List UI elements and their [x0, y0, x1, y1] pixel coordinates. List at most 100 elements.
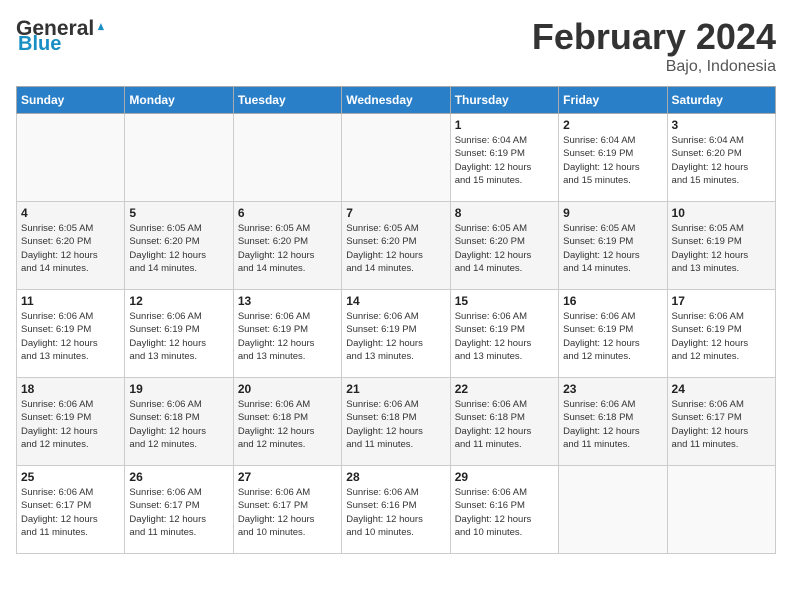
- calendar-cell: 13 Sunrise: 6:06 AM Sunset: 6:19 PM Dayli…: [233, 290, 341, 378]
- calendar-cell: 12 Sunrise: 6:06 AM Sunset: 6:19 PM Dayli…: [125, 290, 233, 378]
- day-info: Sunrise: 6:06 AM Sunset: 6:18 PM Dayligh…: [455, 398, 554, 451]
- day-info: Sunrise: 6:05 AM Sunset: 6:20 PM Dayligh…: [238, 222, 337, 275]
- day-info: Sunrise: 6:05 AM Sunset: 6:20 PM Dayligh…: [455, 222, 554, 275]
- day-info: Sunrise: 6:06 AM Sunset: 6:16 PM Dayligh…: [455, 486, 554, 539]
- day-number: 8: [455, 206, 554, 220]
- day-info: Sunrise: 6:05 AM Sunset: 6:20 PM Dayligh…: [129, 222, 228, 275]
- day-number: 20: [238, 382, 337, 396]
- calendar-cell: [125, 114, 233, 202]
- day-number: 13: [238, 294, 337, 308]
- weekday-header-tuesday: Tuesday: [233, 87, 341, 114]
- day-number: 23: [563, 382, 662, 396]
- day-info: Sunrise: 6:05 AM Sunset: 6:19 PM Dayligh…: [672, 222, 771, 275]
- day-info: Sunrise: 6:06 AM Sunset: 6:17 PM Dayligh…: [672, 398, 771, 451]
- weekday-header-thursday: Thursday: [450, 87, 558, 114]
- day-number: 25: [21, 470, 120, 484]
- calendar-cell: 20 Sunrise: 6:06 AM Sunset: 6:18 PM Dayli…: [233, 378, 341, 466]
- day-number: 22: [455, 382, 554, 396]
- day-info: Sunrise: 6:06 AM Sunset: 6:16 PM Dayligh…: [346, 486, 445, 539]
- day-number: 3: [672, 118, 771, 132]
- day-info: Sunrise: 6:04 AM Sunset: 6:19 PM Dayligh…: [455, 134, 554, 187]
- day-info: Sunrise: 6:06 AM Sunset: 6:19 PM Dayligh…: [21, 398, 120, 451]
- day-info: Sunrise: 6:06 AM Sunset: 6:18 PM Dayligh…: [129, 398, 228, 451]
- weekday-header-monday: Monday: [125, 87, 233, 114]
- calendar-cell: 21 Sunrise: 6:06 AM Sunset: 6:18 PM Dayli…: [342, 378, 450, 466]
- calendar-cell: 6 Sunrise: 6:05 AM Sunset: 6:20 PM Daylig…: [233, 202, 341, 290]
- weekday-header-friday: Friday: [559, 87, 667, 114]
- day-number: 18: [21, 382, 120, 396]
- calendar-week-2: 4 Sunrise: 6:05 AM Sunset: 6:20 PM Daylig…: [17, 202, 776, 290]
- calendar-cell: 28 Sunrise: 6:06 AM Sunset: 6:16 PM Dayli…: [342, 466, 450, 554]
- day-number: 7: [346, 206, 445, 220]
- day-number: 10: [672, 206, 771, 220]
- day-info: Sunrise: 6:06 AM Sunset: 6:19 PM Dayligh…: [672, 310, 771, 363]
- day-number: 12: [129, 294, 228, 308]
- calendar-cell: 7 Sunrise: 6:05 AM Sunset: 6:20 PM Daylig…: [342, 202, 450, 290]
- weekday-header-sunday: Sunday: [17, 87, 125, 114]
- calendar-cell: 9 Sunrise: 6:05 AM Sunset: 6:19 PM Daylig…: [559, 202, 667, 290]
- calendar-week-1: 1 Sunrise: 6:04 AM Sunset: 6:19 PM Daylig…: [17, 114, 776, 202]
- calendar-table: SundayMondayTuesdayWednesdayThursdayFrid…: [16, 86, 776, 554]
- day-info: Sunrise: 6:06 AM Sunset: 6:18 PM Dayligh…: [238, 398, 337, 451]
- calendar-cell: 29 Sunrise: 6:06 AM Sunset: 6:16 PM Dayli…: [450, 466, 558, 554]
- day-number: 27: [238, 470, 337, 484]
- day-number: 11: [21, 294, 120, 308]
- day-info: Sunrise: 6:05 AM Sunset: 6:19 PM Dayligh…: [563, 222, 662, 275]
- calendar-cell: 22 Sunrise: 6:06 AM Sunset: 6:18 PM Dayli…: [450, 378, 558, 466]
- day-number: 29: [455, 470, 554, 484]
- day-number: 4: [21, 206, 120, 220]
- calendar-week-3: 11 Sunrise: 6:06 AM Sunset: 6:19 PM Dayli…: [17, 290, 776, 378]
- page-title: February 2024: [532, 16, 776, 58]
- calendar-cell: [667, 466, 775, 554]
- day-number: 17: [672, 294, 771, 308]
- day-info: Sunrise: 6:05 AM Sunset: 6:20 PM Dayligh…: [346, 222, 445, 275]
- day-number: 28: [346, 470, 445, 484]
- day-number: 2: [563, 118, 662, 132]
- calendar-cell: 14Sunrise: 6:06 AM Sunset: 6:19 PM Dayli…: [342, 290, 450, 378]
- day-number: 6: [238, 206, 337, 220]
- calendar-cell: 5 Sunrise: 6:05 AM Sunset: 6:20 PM Daylig…: [125, 202, 233, 290]
- day-info: Sunrise: 6:04 AM Sunset: 6:20 PM Dayligh…: [672, 134, 771, 187]
- calendar-cell: 27Sunrise: 6:06 AM Sunset: 6:17 PM Dayli…: [233, 466, 341, 554]
- calendar-week-4: 18 Sunrise: 6:06 AM Sunset: 6:19 PM Dayli…: [17, 378, 776, 466]
- calendar-cell: 16 Sunrise: 6:06 AM Sunset: 6:19 PM Dayli…: [559, 290, 667, 378]
- day-info: Sunrise: 6:06 AM Sunset: 6:19 PM Dayligh…: [563, 310, 662, 363]
- calendar-cell: [342, 114, 450, 202]
- day-number: 21: [346, 382, 445, 396]
- day-number: 9: [563, 206, 662, 220]
- day-number: 26: [129, 470, 228, 484]
- day-number: 14: [346, 294, 445, 308]
- weekday-header-saturday: Saturday: [667, 87, 775, 114]
- calendar-cell: 17 Sunrise: 6:06 AM Sunset: 6:19 PM Dayli…: [667, 290, 775, 378]
- day-number: 16: [563, 294, 662, 308]
- day-info: Sunrise: 6:06 AM Sunset: 6:18 PM Dayligh…: [346, 398, 445, 451]
- day-info: Sunrise: 6:05 AM Sunset: 6:20 PM Dayligh…: [21, 222, 120, 275]
- day-info: Sunrise: 6:06 AM Sunset: 6:17 PM Dayligh…: [129, 486, 228, 539]
- day-info: Sunrise: 6:06 AM Sunset: 6:19 PM Dayligh…: [129, 310, 228, 363]
- calendar-cell: 11Sunrise: 6:06 AM Sunset: 6:19 PM Dayli…: [17, 290, 125, 378]
- calendar-cell: [17, 114, 125, 202]
- weekday-header-wednesday: Wednesday: [342, 87, 450, 114]
- day-number: 5: [129, 206, 228, 220]
- day-info: Sunrise: 6:06 AM Sunset: 6:18 PM Dayligh…: [563, 398, 662, 451]
- day-number: 19: [129, 382, 228, 396]
- day-info: Sunrise: 6:06 AM Sunset: 6:17 PM Dayligh…: [21, 486, 120, 539]
- day-number: 1: [455, 118, 554, 132]
- calendar-week-5: 25 Sunrise: 6:06 AM Sunset: 6:17 PM Dayli…: [17, 466, 776, 554]
- day-info: Sunrise: 6:06 AM Sunset: 6:19 PM Dayligh…: [455, 310, 554, 363]
- calendar-cell: 1 Sunrise: 6:04 AM Sunset: 6:19 PM Daylig…: [450, 114, 558, 202]
- title-block: February 2024 Bajo, Indonesia: [532, 16, 776, 76]
- calendar-cell: 3 Sunrise: 6:04 AM Sunset: 6:20 PM Daylig…: [667, 114, 775, 202]
- calendar-cell: [559, 466, 667, 554]
- day-number: 24: [672, 382, 771, 396]
- calendar-cell: 2Sunrise: 6:04 AM Sunset: 6:19 PM Daylig…: [559, 114, 667, 202]
- logo: General Blue: [16, 16, 106, 56]
- page-header: General Blue February 2024 Bajo, Indones…: [16, 16, 776, 76]
- calendar-cell: 23 Sunrise: 6:06 AM Sunset: 6:18 PM Dayli…: [559, 378, 667, 466]
- calendar-cell: 26 Sunrise: 6:06 AM Sunset: 6:17 PM Dayli…: [125, 466, 233, 554]
- calendar-cell: 4 Sunrise: 6:05 AM Sunset: 6:20 PM Daylig…: [17, 202, 125, 290]
- logo-icon: [96, 16, 106, 38]
- day-info: Sunrise: 6:06 AM Sunset: 6:19 PM Dayligh…: [238, 310, 337, 363]
- calendar-cell: 15Sunrise: 6:06 AM Sunset: 6:19 PM Dayli…: [450, 290, 558, 378]
- calendar-cell: 18 Sunrise: 6:06 AM Sunset: 6:19 PM Dayli…: [17, 378, 125, 466]
